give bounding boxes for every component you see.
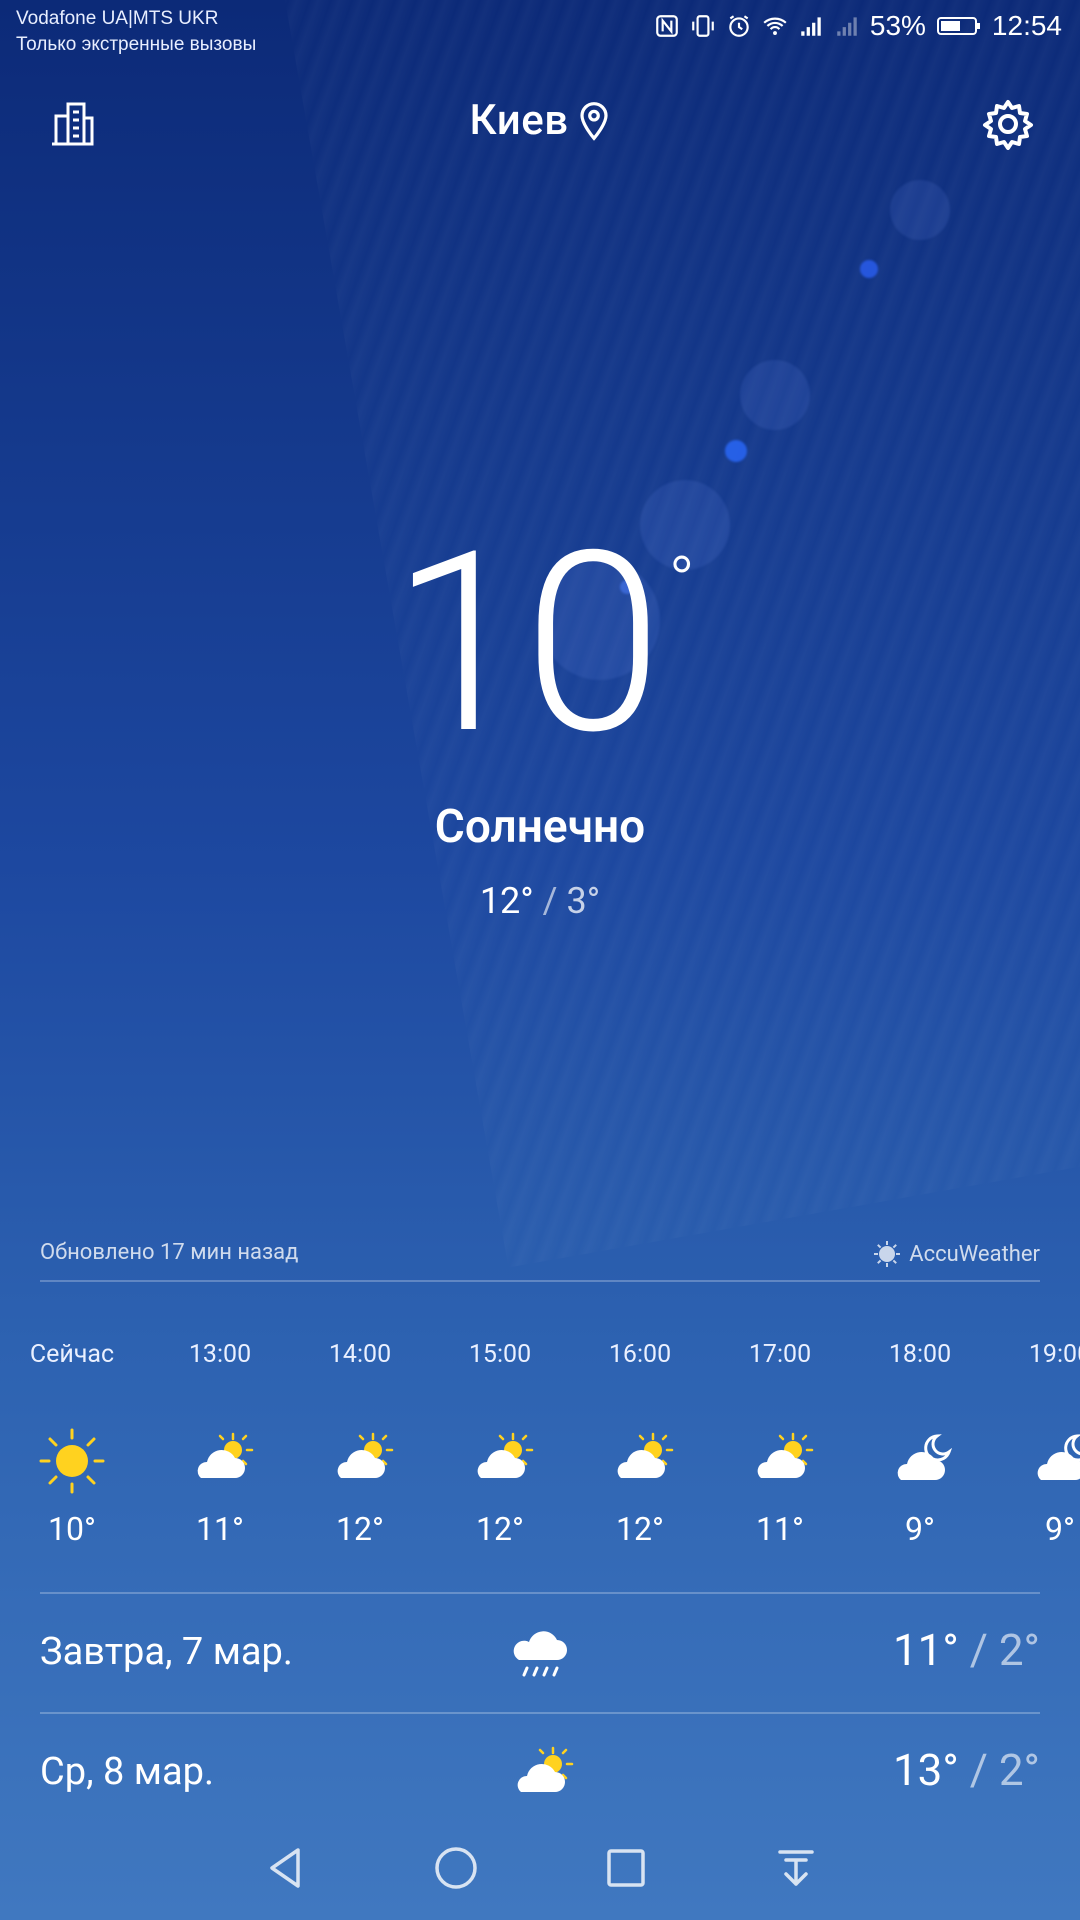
partly-cloudy-day-icon: [337, 1432, 394, 1478]
hour-temp: 9°: [905, 1510, 935, 1548]
hour-temp: 10°: [48, 1510, 96, 1548]
recents-button[interactable]: [598, 1840, 654, 1896]
signal-secondary-icon: [837, 17, 857, 36]
day-separator: /: [958, 1624, 999, 1676]
hourly-item: 19:00 9°: [990, 1340, 1080, 1560]
hourly-item: 15:00 12°: [430, 1340, 570, 1560]
city-title[interactable]: Киев: [0, 96, 1080, 145]
hour-time: 15:00: [468, 1340, 532, 1369]
alarm-icon: [729, 15, 749, 37]
high-low: 12° / 3°: [0, 880, 1080, 922]
degree-symbol: °: [668, 542, 695, 624]
hourly-item: 18:00 9°: [850, 1340, 990, 1560]
notifications-button[interactable]: [768, 1840, 824, 1896]
update-info: Обновлено 17 мин назад AccuWeather: [40, 1240, 1040, 1280]
updated-text: Обновлено 17 мин назад: [40, 1240, 299, 1265]
partly-cloudy-day-icon: [757, 1432, 814, 1478]
partly-cloudy-night-icon: [897, 1434, 953, 1480]
hourly-item: 17:00 11°: [710, 1340, 850, 1560]
hour-time: Сейчас: [29, 1340, 115, 1369]
hour-temp: 9°: [1045, 1510, 1075, 1548]
partly-cloudy-day-icon: [617, 1432, 674, 1478]
battery-icon: [936, 17, 980, 35]
settings-button[interactable]: [980, 96, 1036, 152]
partly-cloudy-night-icon: [1037, 1434, 1080, 1480]
hourly-item: Сейчас 10°: [2, 1340, 142, 1560]
hour-temp: 11°: [196, 1510, 244, 1548]
home-button[interactable]: [428, 1840, 484, 1896]
background-bokeh: [860, 260, 878, 278]
temperature-value: 10: [391, 498, 662, 791]
partly-cloudy-day-icon: [477, 1432, 534, 1478]
hour-temp: 12°: [476, 1510, 524, 1548]
carrier-status: Только экстренные вызовы: [16, 34, 257, 55]
carrier-name: Vodafone UA|MTS UKR: [16, 8, 219, 29]
day-separator: /: [958, 1744, 999, 1796]
hour-time: 17:00: [748, 1340, 812, 1369]
status-icons: 53% 12:54: [654, 10, 1062, 42]
day-low: 2°: [998, 1744, 1040, 1796]
high-temp: 12°: [479, 880, 534, 922]
partly-cloudy-day-icon: [197, 1432, 254, 1478]
home-icon: [435, 1847, 477, 1889]
accuweather-sun-icon: [874, 1241, 901, 1267]
daily-row[interactable]: Завтра, 7 мар. 11° / 2°: [40, 1594, 1040, 1712]
background-bokeh: [740, 360, 810, 430]
day-temps: 13° / 2°: [893, 1744, 1040, 1796]
status-bar: Vodafone UA|MTS UKR Только экстренные вы…: [0, 0, 1080, 60]
carrier-info: Vodafone UA|MTS UKR Только экстренные вы…: [16, 6, 256, 58]
battery-percent: 53%: [869, 10, 926, 41]
hour-time: 13:00: [188, 1340, 252, 1369]
hourly-item: 14:00 12°: [290, 1340, 430, 1560]
hourly-item: 13:00 11°: [150, 1340, 290, 1560]
hour-time: 16:00: [608, 1340, 672, 1369]
background-bokeh: [890, 180, 950, 240]
recents-icon: [607, 1849, 645, 1887]
signal-icon: [801, 17, 821, 36]
hour-temp: 12°: [336, 1510, 384, 1548]
hour-temp: 11°: [756, 1510, 804, 1548]
back-icon: [270, 1848, 300, 1888]
status-time: 12:54: [991, 10, 1062, 41]
pull-down-icon: [778, 1850, 814, 1886]
hourly-forecast[interactable]: Сейчас 10° 13:00 11° 14:00 12° 15:00 12°…: [0, 1340, 1080, 1560]
day-temps: 11° / 2°: [893, 1624, 1040, 1676]
day-high: 13°: [892, 1744, 959, 1796]
hour-time: 18:00: [888, 1340, 952, 1369]
gear-icon: [983, 100, 1033, 150]
sun-icon: [39, 1428, 105, 1494]
provider-name: AccuWeather: [909, 1241, 1040, 1267]
city-name: Киев: [469, 96, 569, 145]
vibrate-icon: [692, 15, 714, 37]
divider: [40, 1280, 1040, 1282]
provider-link[interactable]: AccuWeather: [873, 1240, 1040, 1268]
background-bokeh: [725, 440, 747, 462]
day-name: Завтра, 7 мар.: [40, 1630, 293, 1674]
hour-temp: 12°: [616, 1510, 664, 1548]
current-temperature: 10 °: [0, 520, 1080, 770]
navigation-bar: [0, 1810, 1080, 1920]
hour-time: 19:00: [1028, 1340, 1080, 1369]
nfc-icon: [656, 15, 678, 37]
condition-text: Солнечно: [434, 800, 646, 854]
hourly-item: 16:00 12°: [570, 1340, 710, 1560]
top-bar: Киев: [0, 96, 1080, 156]
day-high: 11°: [892, 1624, 959, 1676]
day-name: Ср, 8 мар.: [40, 1750, 214, 1794]
back-button[interactable]: [258, 1840, 314, 1896]
location-pin-icon: [579, 101, 608, 141]
day-low: 2°: [998, 1624, 1040, 1676]
hour-time: 14:00: [328, 1340, 392, 1369]
low-temp: 3°: [566, 880, 601, 922]
wifi-icon: [763, 17, 787, 35]
rain-icon: [513, 1631, 567, 1677]
partly-cloudy-day-icon: [517, 1746, 574, 1792]
high-low-separator: /: [533, 880, 567, 922]
